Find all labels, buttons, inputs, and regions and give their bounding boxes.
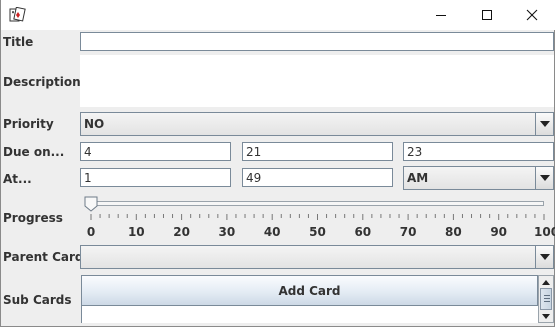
tick-label: 60	[354, 225, 372, 239]
progress-slider-thumb[interactable]	[84, 196, 98, 212]
chevron-up-icon	[542, 279, 550, 285]
sub-cards-label: Sub Cards	[3, 293, 72, 307]
ampm-selected: AM	[407, 171, 429, 185]
chevron-down-icon	[542, 313, 550, 319]
tick-label: 30	[218, 225, 236, 239]
at-label: At...	[3, 172, 32, 186]
add-card-button[interactable]: Add Card	[81, 275, 538, 306]
grip-line	[544, 298, 550, 299]
scroll-down-button[interactable]	[539, 310, 553, 322]
scrollbar-thumb[interactable]	[540, 288, 552, 310]
at-minute-field[interactable]: 49	[242, 168, 393, 187]
ampm-dropdown[interactable]: AM	[403, 166, 554, 190]
tick-label: 40	[263, 225, 281, 239]
priority-dropdown-arrow[interactable]	[535, 113, 553, 135]
description-field[interactable]	[80, 55, 554, 107]
priority-selected: NO	[84, 117, 105, 131]
chevron-down-icon	[539, 175, 550, 181]
priority-dropdown[interactable]: NO	[80, 112, 554, 136]
progress-slider-ticks	[90, 214, 545, 220]
tick-label: 0	[86, 225, 96, 239]
parent-card-dropdown-arrow[interactable]	[535, 246, 553, 268]
tick-label: 20	[173, 225, 190, 239]
parent-card-label: Parent Card	[3, 250, 84, 264]
tick-label: 10	[127, 225, 145, 239]
title-label: Title	[3, 35, 34, 49]
tick-label: 80	[445, 225, 462, 239]
close-button[interactable]	[509, 0, 555, 30]
due-day-field[interactable]: 4	[80, 142, 231, 161]
chevron-down-icon	[539, 254, 550, 260]
sub-cards-list[interactable]	[81, 306, 538, 323]
due-year-field[interactable]: 23	[403, 142, 554, 161]
tick-label: 90	[490, 225, 508, 239]
at-hour-field[interactable]: 1	[80, 168, 231, 187]
sub-cards-scrollbar[interactable]	[538, 275, 554, 323]
due-month-field[interactable]: 21	[242, 142, 393, 161]
title-bar	[1, 0, 555, 30]
maximize-icon	[482, 10, 492, 20]
priority-label: Priority	[3, 117, 54, 131]
grip-line	[544, 301, 550, 302]
grip-line	[544, 295, 550, 296]
title-field[interactable]	[80, 32, 554, 51]
scroll-up-button[interactable]	[539, 276, 553, 288]
card-editor-window: Title Description Priority NO Due on... …	[0, 0, 555, 327]
tick-label: 100	[534, 225, 555, 239]
due-on-label: Due on...	[3, 145, 65, 159]
tick-label: 70	[399, 225, 417, 239]
close-icon	[526, 9, 538, 21]
tick-label: 50	[309, 225, 326, 239]
progress-slider-track[interactable]	[93, 201, 544, 206]
card-app-icon	[9, 7, 26, 22]
description-label: Description	[3, 75, 81, 89]
ampm-dropdown-arrow[interactable]	[535, 167, 553, 189]
minimize-button[interactable]	[418, 0, 464, 30]
parent-card-dropdown[interactable]	[80, 245, 554, 269]
minimize-icon	[436, 15, 446, 16]
chevron-down-icon	[539, 121, 550, 127]
maximize-button[interactable]	[464, 0, 510, 30]
